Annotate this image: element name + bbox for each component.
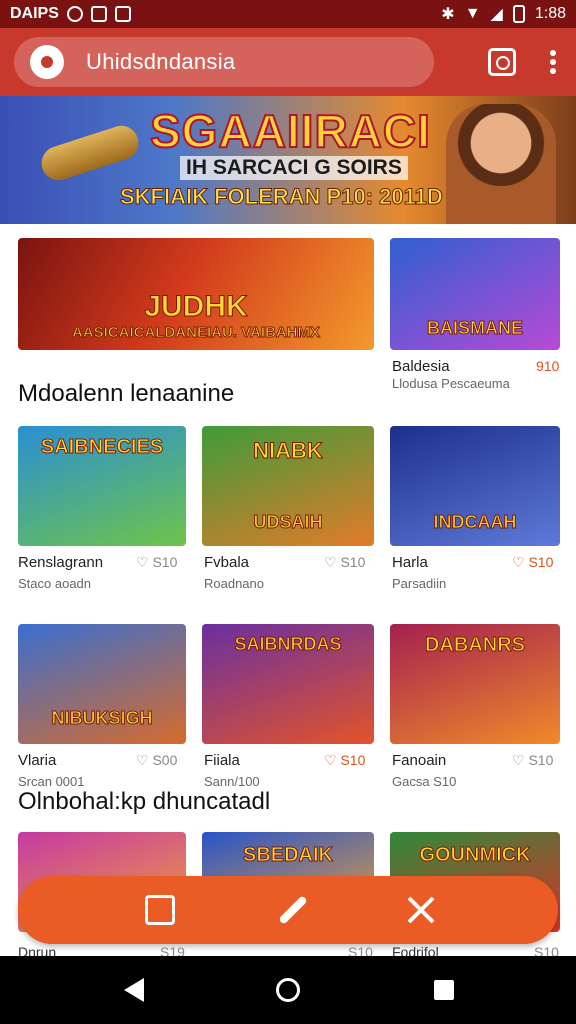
- close-icon[interactable]: [402, 892, 438, 928]
- status-bar: DAIPS ✱ ▼ ◢ 1:88: [0, 0, 576, 28]
- game-sub: Parsadiin: [392, 576, 447, 591]
- featured-small-label: Baldesia: [392, 358, 450, 375]
- game-art-title: NIBUKSIGH: [51, 708, 153, 729]
- notification-icon: [66, 6, 83, 22]
- hero-subtitle: IH SARCACI G SOIRS: [180, 156, 408, 180]
- back-icon[interactable]: [124, 978, 144, 1002]
- game-price: ♡ S10: [324, 554, 366, 570]
- game-label: Vlaria: [18, 752, 57, 769]
- hero-title: SGAAIIRACI: [149, 104, 431, 158]
- game-art-title: DABANRS: [425, 634, 526, 657]
- featured-small-price: 910: [536, 358, 560, 374]
- battery-icon: [512, 5, 525, 23]
- game-price: ♡ S10: [512, 752, 554, 768]
- game-price: ♡ S10: [136, 554, 178, 570]
- game-art-title: NIABK: [253, 438, 324, 464]
- game-sub: Staco aoadn: [18, 576, 92, 591]
- game-card[interactable]: NIABK UDSAIH: [202, 426, 374, 546]
- game-label: Renslagrann: [18, 554, 104, 571]
- game-sub: Srcan 0001: [18, 774, 85, 789]
- rocket-art: [37, 121, 143, 185]
- app-bar: Uhidsdndansia: [0, 28, 576, 96]
- game-card[interactable]: NIBUKSIGH: [18, 624, 186, 744]
- featured-small-sub: Llodusa Pescaeuma: [392, 376, 510, 391]
- scan-icon[interactable]: [488, 48, 516, 76]
- game-label: Harla: [392, 554, 428, 571]
- home-icon[interactable]: [276, 978, 300, 1002]
- clock: 1:88: [534, 5, 566, 22]
- wifi-icon: ▼: [464, 5, 481, 22]
- hero-tagline: SKFIAIK FOLERAN P10: 2011D: [120, 184, 444, 210]
- game-label: Fvbala: [204, 554, 250, 571]
- square-icon[interactable]: [142, 892, 178, 928]
- gear-icon[interactable]: [30, 45, 64, 79]
- bottom-action-bar: [18, 876, 558, 944]
- game-card[interactable]: INDCAAH: [390, 426, 560, 546]
- message-icon: [90, 6, 107, 22]
- search-text[interactable]: Uhidsdndansia: [86, 49, 235, 75]
- game-sub: Gacsa S10: [392, 774, 457, 789]
- section-title: Mdoalenn lenaanine: [18, 380, 235, 407]
- game-art-subtitle: UDSAIH: [253, 512, 323, 533]
- game-card[interactable]: DABANRS: [390, 624, 560, 744]
- section-title: Olnbohal:kp dhuncatadl: [18, 788, 271, 815]
- recents-icon[interactable]: [434, 980, 454, 1000]
- game-art-title: GOUNMICK: [419, 844, 531, 867]
- more-options-icon[interactable]: [550, 50, 556, 74]
- photo-icon: [114, 6, 131, 22]
- hero-banner[interactable]: SGAAIIRACI IH SARCACI G SOIRS SKFIAIK FO…: [0, 96, 576, 224]
- game-price: ♡ S10: [324, 752, 366, 768]
- system-nav-bar: [0, 956, 576, 1024]
- game-card[interactable]: SAIBNECIES: [18, 426, 186, 546]
- featured-card-large[interactable]: JUDHK AASICAICALDANEIAU. VAIBAHMX: [18, 238, 374, 350]
- status-app-label: DAIPS: [10, 5, 59, 22]
- game-label: Fiiala: [204, 752, 240, 769]
- edit-icon[interactable]: [272, 892, 308, 928]
- game-price: ♡ S00: [136, 752, 178, 768]
- game-art-title: INDCAAH: [433, 512, 517, 533]
- featured-art-title: JUDHK: [144, 290, 248, 324]
- game-sub: Sann/100: [204, 774, 260, 789]
- game-art-title: SAIBNRDAS: [234, 634, 342, 655]
- hero-character-art: [446, 104, 556, 224]
- game-card[interactable]: SAIBNRDAS: [202, 624, 374, 744]
- game-price: ♡ S10: [512, 554, 554, 570]
- search-bar[interactable]: Uhidsdndansia: [14, 37, 434, 87]
- featured-small-art-title: BAISMANE: [426, 318, 523, 339]
- featured-banner-text: AASICAICALDANEIAU. VAIBAHMX: [71, 324, 321, 342]
- signal-icon: ◢: [490, 6, 503, 23]
- featured-card-small[interactable]: BAISMANE: [390, 238, 560, 350]
- bluetooth-icon: ✱: [441, 6, 455, 23]
- game-art-title: SBEDAIK: [242, 844, 333, 867]
- game-label: Fanoain: [392, 752, 447, 769]
- game-art-title: SAIBNECIES: [40, 436, 164, 459]
- game-sub: Roadnano: [204, 576, 264, 591]
